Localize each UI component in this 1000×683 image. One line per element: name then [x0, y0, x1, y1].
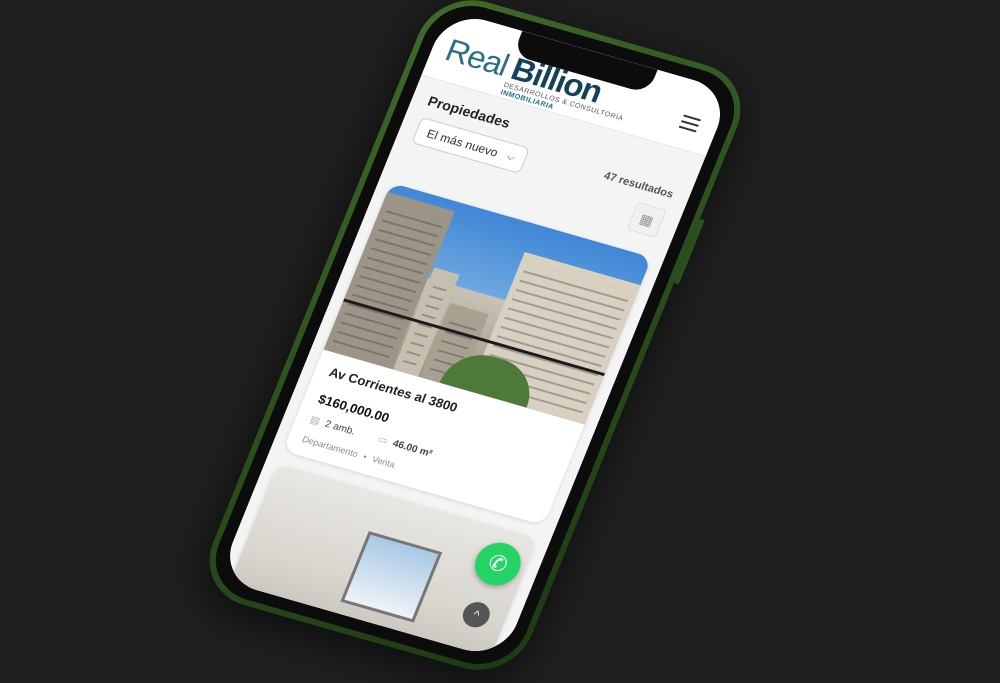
logo-real-text[interactable]: Real	[440, 32, 513, 83]
sort-select-value: El más nuevo	[424, 126, 501, 160]
rooms-feature: ▤ 2 amb.	[308, 415, 357, 438]
phone-screen: Real Billion DESARROLLOS & CONSULTORÍA I…	[217, 9, 733, 661]
grid-icon[interactable]: ▦	[626, 201, 667, 238]
hamburger-icon[interactable]	[678, 114, 702, 133]
property-operation: Venta	[370, 454, 397, 470]
area-icon: ▭	[375, 433, 390, 447]
meta-separator: •	[361, 451, 369, 462]
chevron-down-icon: ⌵	[505, 150, 517, 164]
menu-line	[678, 125, 697, 133]
bed-icon: ▤	[308, 414, 322, 428]
photo-window	[340, 531, 443, 623]
property-card[interactable]: Av Corrientes al 3800 $160,000.00 ▤ 2 am…	[282, 182, 652, 526]
area-feature: ▭ 46.00 m²	[376, 434, 434, 460]
rooms-value: 2 amb.	[323, 418, 357, 438]
phone-mockup: Real Billion DESARROLLOS & CONSULTORÍA I…	[193, 0, 757, 683]
property-type: Departamento	[300, 434, 360, 460]
area-value: 46.00 m²	[390, 438, 434, 460]
phone-bezel: Real Billion DESARROLLOS & CONSULTORÍA I…	[201, 0, 749, 675]
phone-frame: Real Billion DESARROLLOS & CONSULTORÍA I…	[193, 0, 757, 683]
